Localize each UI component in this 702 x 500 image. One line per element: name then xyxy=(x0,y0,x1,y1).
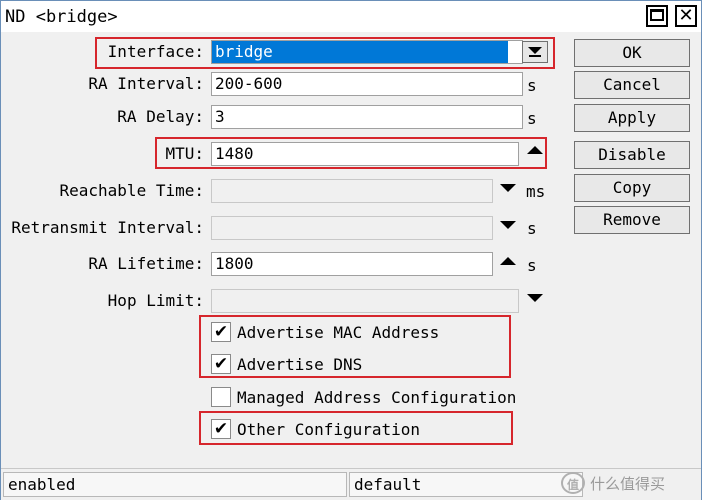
ra-delay-unit: s xyxy=(527,109,537,128)
retransmit-interval-label: Retransmit Interval: xyxy=(11,218,204,237)
window-title: ND <bridge> xyxy=(5,7,118,27)
watermark: 值什么值得买 xyxy=(561,472,665,494)
title-bar: ND <bridge> ✕ xyxy=(1,1,701,32)
reachable-time-input[interactable] xyxy=(211,179,493,203)
interface-select[interactable]: bridge xyxy=(211,40,523,64)
hop-limit-input[interactable] xyxy=(211,289,519,313)
status-enabled: enabled xyxy=(3,472,347,497)
advertise-mac-checkbox[interactable]: ✔ xyxy=(211,322,231,342)
other-configuration-label: Other Configuration xyxy=(237,420,421,439)
interface-label: Interface: xyxy=(107,42,204,61)
ra-lifetime-label: RA Lifetime: xyxy=(88,254,204,273)
mtu-label: MTU: xyxy=(165,144,204,163)
maximize-icon[interactable] xyxy=(646,5,668,27)
reachable-time-unit: ms xyxy=(526,182,546,201)
disable-button[interactable]: Disable xyxy=(574,141,690,169)
hop-limit-label: Hop Limit: xyxy=(107,291,204,310)
dropdown-bar-icon xyxy=(529,55,541,57)
expand-down-icon[interactable] xyxy=(527,294,543,302)
retransmit-interval-unit: s xyxy=(527,219,537,238)
watermark-text: 什么值得买 xyxy=(590,475,666,493)
advertise-mac-label: Advertise MAC Address xyxy=(237,323,440,342)
other-configuration-checkbox[interactable]: ✔ xyxy=(211,419,231,439)
ra-interval-label: RA Interval: xyxy=(88,74,204,93)
copy-button[interactable]: Copy xyxy=(574,174,690,202)
status-default: default xyxy=(349,472,583,497)
interface-dropdown-button[interactable] xyxy=(522,41,548,63)
nd-bridge-window: ND <bridge> ✕ Interface: bridge RA Inter… xyxy=(0,0,702,500)
expand-down-icon[interactable] xyxy=(500,221,516,229)
close-icon[interactable]: ✕ xyxy=(675,5,697,27)
ra-delay-input[interactable]: 3 xyxy=(211,105,523,129)
interface-value: bridge xyxy=(212,41,508,63)
apply-button[interactable]: Apply xyxy=(574,104,690,132)
ra-lifetime-unit: s xyxy=(527,256,537,275)
ra-interval-unit: s xyxy=(527,76,537,95)
managed-address-checkbox[interactable] xyxy=(211,387,231,407)
ra-delay-label: RA Delay: xyxy=(117,107,204,126)
advertise-dns-checkbox[interactable]: ✔ xyxy=(211,354,231,374)
collapse-up-icon[interactable] xyxy=(527,146,543,154)
advertise-dns-label: Advertise DNS xyxy=(237,355,363,374)
mtu-input[interactable]: 1480 xyxy=(211,142,519,166)
managed-address-label: Managed Address Configuration xyxy=(237,388,517,407)
cancel-button[interactable]: Cancel xyxy=(574,71,690,99)
chevron-down-icon xyxy=(528,47,542,54)
ra-interval-input[interactable]: 200-600 xyxy=(211,72,523,96)
ra-lifetime-input[interactable]: 1800 xyxy=(211,252,493,276)
remove-button[interactable]: Remove xyxy=(574,206,690,234)
watermark-logo-icon: 值 xyxy=(561,472,585,494)
reachable-time-label: Reachable Time: xyxy=(59,181,205,200)
collapse-up-icon[interactable] xyxy=(500,257,516,265)
form-area: Interface: bridge RA Interval: 200-600 s… xyxy=(1,32,701,466)
retransmit-interval-input[interactable] xyxy=(211,216,493,240)
ok-button[interactable]: OK xyxy=(574,39,690,67)
expand-down-icon[interactable] xyxy=(500,184,516,192)
